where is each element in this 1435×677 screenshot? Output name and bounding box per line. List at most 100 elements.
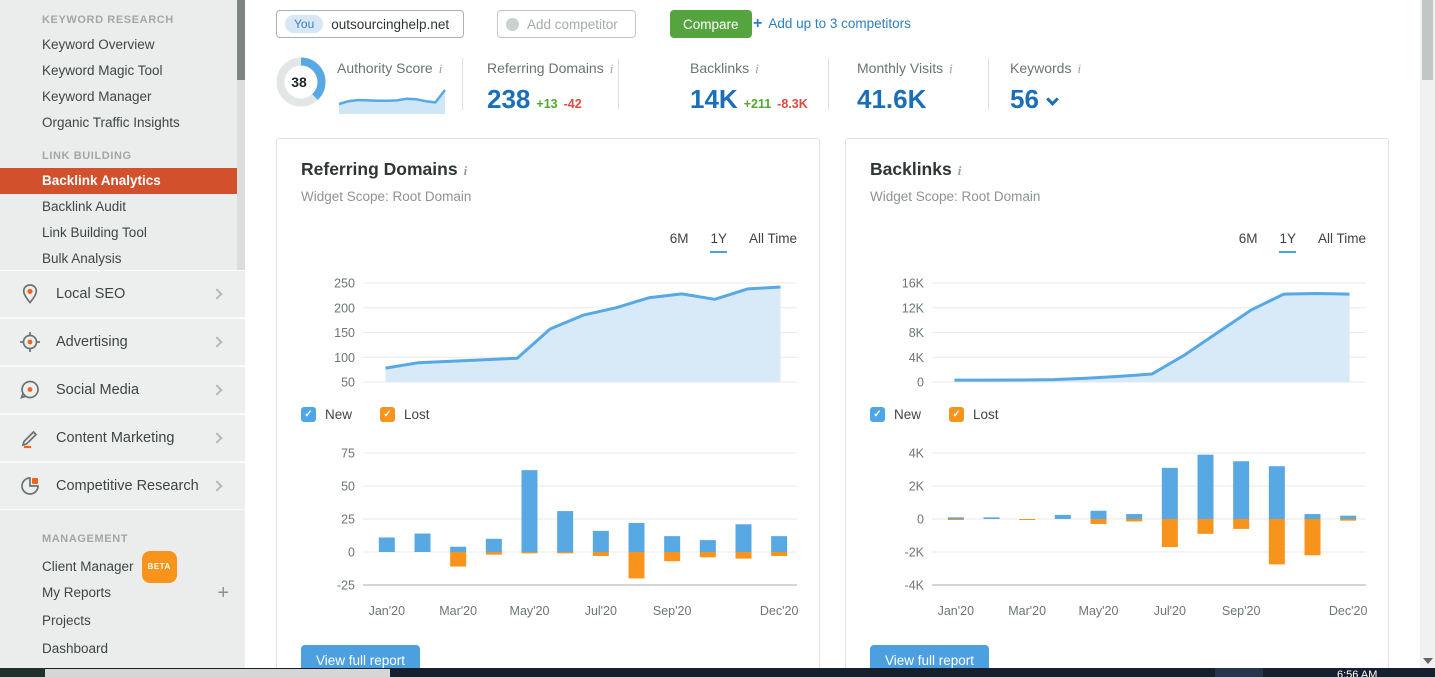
card-title: Backlinksi	[870, 159, 961, 180]
tab-1y[interactable]: 1Y	[1279, 231, 1296, 253]
legend-label: New	[325, 407, 352, 422]
backlinks-value[interactable]: 14K	[690, 86, 738, 112]
sidebar-item-label: Content Marketing	[56, 430, 213, 446]
svg-text:Dec'20: Dec'20	[760, 604, 799, 618]
page-scrollbar[interactable]	[1420, 0, 1435, 677]
svg-text:50: 50	[341, 376, 355, 390]
checkbox-new[interactable]: ✓	[870, 407, 885, 422]
backlinks-label: Backlinks	[690, 60, 749, 76]
sidebar-item-competitive-research[interactable]: Competitive Research	[0, 462, 245, 510]
checkbox-lost[interactable]: ✓	[949, 407, 964, 422]
sidebar-item-client-manager[interactable]: Client ManagerBETA	[0, 551, 245, 579]
sidebar-scrollbar-thumb[interactable]	[237, 0, 245, 80]
tab-1y[interactable]: 1Y	[710, 231, 727, 253]
metric-divider	[828, 58, 829, 110]
monthly-visits-value[interactable]: 41.6K	[857, 86, 926, 112]
taskbar-start-segment[interactable]	[0, 668, 45, 677]
sidebar-tools: Local SEOAdvertisingSocial Media Content …	[0, 270, 245, 515]
sidebar-item-local-seo[interactable]: Local SEO	[0, 270, 245, 318]
sidebar-item-label: Projects	[42, 613, 91, 628]
taskbar-tray-segment[interactable]	[1215, 668, 1263, 677]
info-icon[interactable]: i	[439, 61, 443, 76]
info-icon[interactable]: i	[610, 61, 614, 76]
sidebar-item-keyword-magic-tool[interactable]: Keyword Magic Tool	[0, 58, 245, 84]
sidebar-item-dashboard[interactable]: Dashboard	[0, 635, 245, 663]
svg-text:75: 75	[341, 447, 355, 461]
sidebar-item-organic-traffic-insights[interactable]: Organic Traffic Insights	[0, 110, 245, 136]
new-lost-legend: ✓ New ✓ Lost	[301, 407, 430, 422]
chevron-down-icon[interactable]	[1046, 93, 1059, 106]
target-icon	[18, 330, 42, 354]
backlinks-card: Backlinksi Widget Scope: Root Domain 6M1…	[845, 138, 1389, 677]
tab-all-time[interactable]: All Time	[749, 231, 797, 253]
plus-icon[interactable]: +	[217, 579, 229, 607]
svg-text:-25: -25	[337, 579, 355, 593]
info-icon[interactable]: i	[464, 163, 468, 178]
legend-lost[interactable]: ✓Lost	[949, 407, 999, 422]
sidebar-item-social-media[interactable]: Social Media	[0, 366, 245, 414]
sidebar-item-content-marketing[interactable]: Content Marketing	[0, 414, 245, 462]
legend-lost[interactable]: ✓ Lost	[380, 407, 430, 422]
keywords-metric: Keywordsi 56	[1010, 60, 1081, 112]
main-content: You outsourcinghelp.net Add competitor C…	[245, 0, 1420, 677]
sidebar-item-label: My Reports	[42, 585, 111, 600]
svg-text:8K: 8K	[909, 326, 925, 340]
os-taskbar[interactable]: 6:56 AM	[0, 668, 1435, 677]
scrollbar-down-arrow-icon[interactable]	[1423, 658, 1433, 664]
sidebar-item-label: Competitive Research	[56, 478, 213, 494]
svg-text:12K: 12K	[902, 301, 925, 315]
sidebar-item-projects[interactable]: Projects	[0, 607, 245, 635]
sidebar-item-keyword-manager[interactable]: Keyword Manager	[0, 84, 245, 110]
taskbar-clock: 6:56 AM	[1337, 669, 1377, 677]
svg-text:May'20: May'20	[1079, 604, 1119, 618]
info-icon[interactable]: i	[1077, 61, 1081, 76]
add-competitor-input[interactable]: Add competitor	[497, 10, 636, 38]
legend-label: Lost	[404, 407, 430, 422]
metric-divider	[462, 58, 463, 110]
referring-domains-metric: Referring Domainsi 238 +13 -42	[487, 60, 613, 112]
sidebar-scrollbar[interactable]	[237, 0, 245, 270]
info-icon[interactable]: i	[949, 61, 953, 76]
info-icon[interactable]: i	[958, 163, 962, 178]
tab-6m[interactable]: 6M	[670, 231, 689, 253]
checkbox-lost[interactable]: ✓	[380, 407, 395, 422]
sidebar-item-label: Client Manager	[42, 559, 134, 574]
svg-text:150: 150	[334, 326, 355, 340]
compare-toolbar: You outsourcinghelp.net Add competitor C…	[245, 0, 1420, 48]
referring-domains-value[interactable]: 238	[487, 86, 530, 112]
svg-text:-2K: -2K	[905, 546, 925, 560]
referring-domains-label: Referring Domains	[487, 60, 604, 76]
page-scrollbar-thumb[interactable]	[1422, 0, 1433, 80]
backlinks-gained: +211	[744, 97, 771, 111]
add-competitors-link[interactable]: +Add up to 3 competitors	[753, 15, 911, 33]
range-tabs: 6M 1Y All Time	[670, 231, 797, 253]
sidebar-section-header: MANAGEMENT	[42, 533, 245, 545]
authority-score-gauge: 38	[275, 56, 327, 108]
svg-text:Jan'20: Jan'20	[369, 604, 405, 618]
your-domain-input[interactable]: You outsourcinghelp.net	[276, 10, 464, 38]
checkbox-new[interactable]: ✓	[301, 407, 316, 422]
sidebar-item-link-building-tool[interactable]: Link Building Tool	[0, 220, 245, 246]
keywords-value[interactable]: 56	[1010, 86, 1039, 112]
sidebar-item-keyword-overview[interactable]: Keyword Overview	[0, 32, 245, 58]
sidebar-item-bulk-analysis[interactable]: Bulk Analysis	[0, 246, 245, 270]
legend-new[interactable]: ✓ New	[301, 407, 352, 422]
competitor-dot-icon	[506, 18, 519, 31]
authority-score-sparkline	[337, 84, 449, 114]
sidebar-item-backlink-analytics[interactable]: Backlink Analytics	[0, 168, 237, 194]
svg-text:4K: 4K	[909, 447, 925, 461]
info-icon[interactable]: i	[755, 61, 759, 76]
legend-new[interactable]: ✓New	[870, 407, 921, 422]
sidebar-item-backlink-audit[interactable]: Backlink Audit	[0, 194, 245, 220]
svg-text:16K: 16K	[902, 277, 925, 291]
tab-all-time[interactable]: All Time	[1318, 231, 1366, 253]
your-domain-value: outsourcinghelp.net	[331, 17, 449, 32]
tab-6m[interactable]: 6M	[1239, 231, 1258, 253]
pie-chart-icon	[18, 474, 42, 498]
sidebar-item-advertising[interactable]: Advertising	[0, 318, 245, 366]
sidebar-item-my-reports[interactable]: My Reports +	[0, 579, 245, 607]
taskbar-app-segment[interactable]	[45, 669, 390, 677]
backlinks-lost: -8.3K	[777, 97, 808, 111]
svg-text:-4K: -4K	[905, 579, 925, 593]
compare-button[interactable]: Compare	[670, 10, 752, 38]
